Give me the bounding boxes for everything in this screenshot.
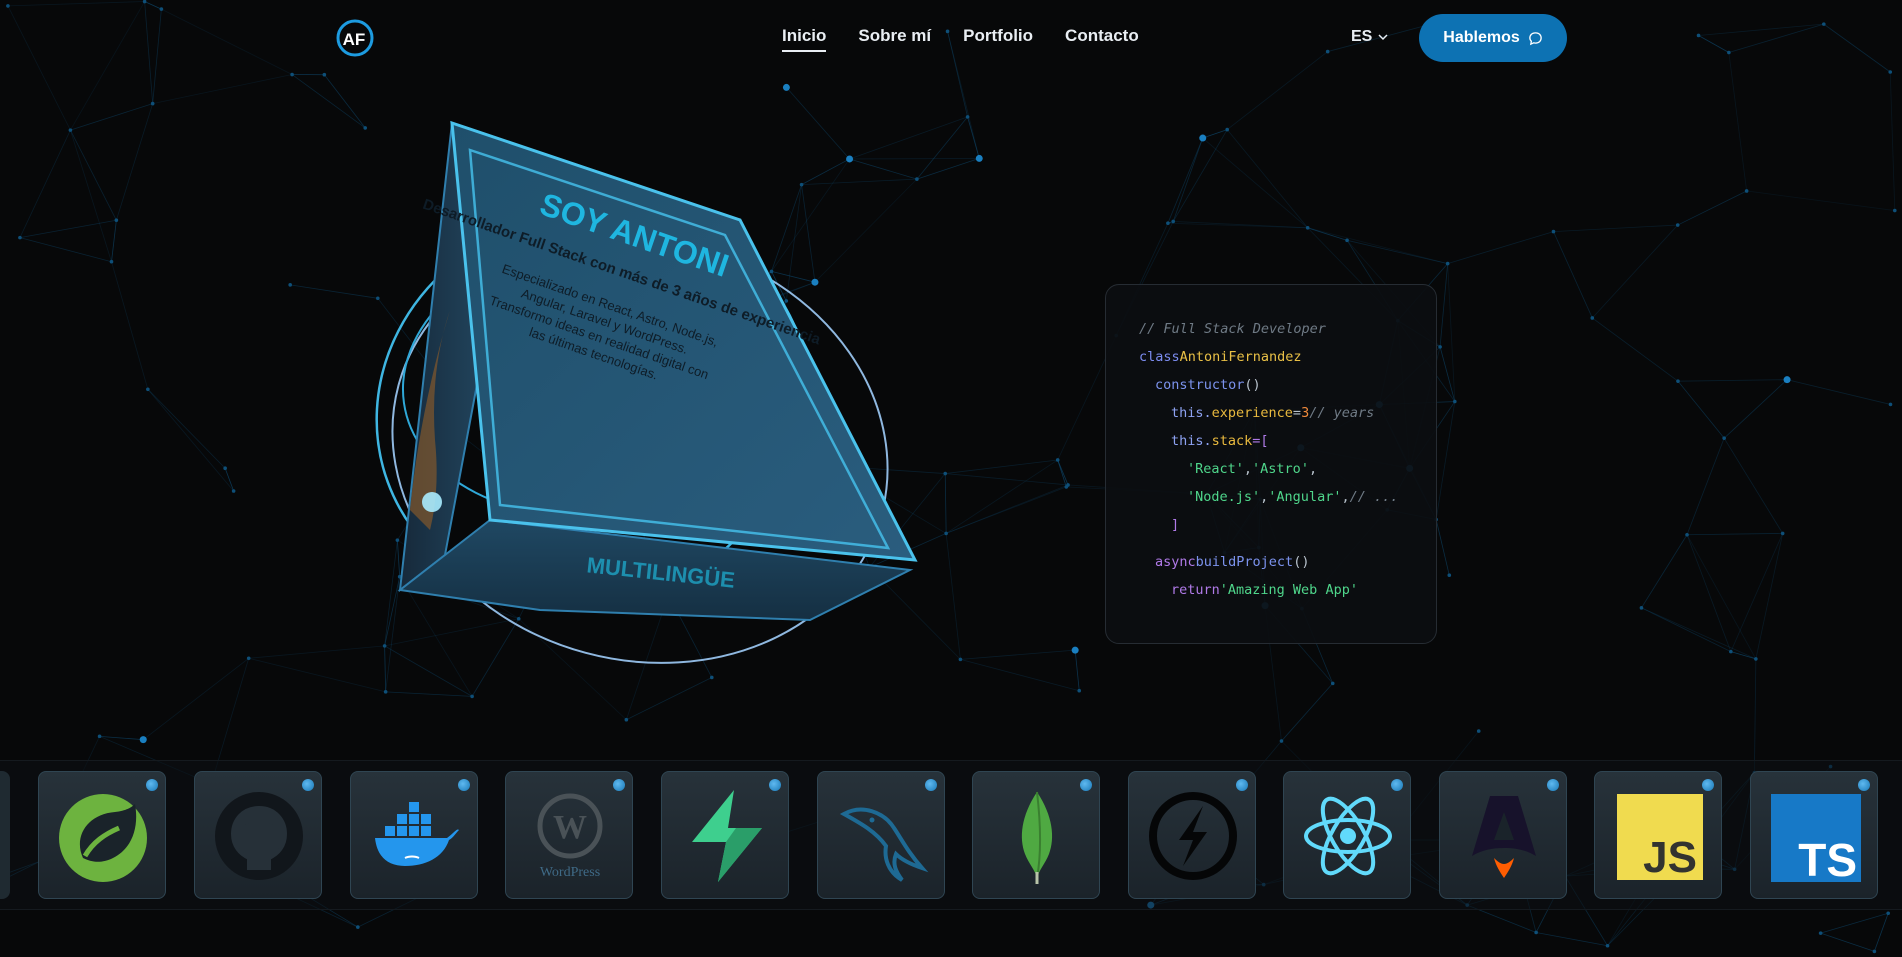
tech-tile-javascript[interactable]: JS <box>1594 771 1722 899</box>
tech-tile-react[interactable] <box>1283 771 1411 899</box>
code-string: 'Node.js' <box>1187 489 1261 505</box>
code-parens: () <box>1293 554 1310 570</box>
code-method: buildProject <box>1195 554 1294 570</box>
wordpress-label: WordPress <box>540 865 600 880</box>
code-comma: , <box>1341 489 1350 505</box>
code-line: asyncbuildProject() <box>1139 548 1436 576</box>
nav-inicio[interactable]: Inicio <box>782 26 827 52</box>
tech-tile-spring[interactable] <box>38 771 166 899</box>
code-prop: stack <box>1211 433 1253 449</box>
code-comma: , <box>1308 461 1318 477</box>
tech-tile-github[interactable] <box>194 771 322 899</box>
code-line: 'Node.js','Angular',// ... <box>1139 483 1436 511</box>
code-string: 'Astro' <box>1252 461 1309 477</box>
language-selector[interactable]: ES <box>1351 28 1388 46</box>
javascript-icon: JS <box>1617 794 1703 882</box>
code-comma: , <box>1243 461 1253 477</box>
code-comment: // ... <box>1349 489 1399 505</box>
github-icon <box>215 792 303 880</box>
code-parens: () <box>1244 377 1261 393</box>
code-number: 3 <box>1301 405 1310 421</box>
code-this: this. <box>1171 433 1212 449</box>
code-eq: = <box>1292 405 1302 421</box>
code-eq-bracket: =[ <box>1252 433 1269 449</box>
logo-text: AF <box>343 30 366 49</box>
tech-tile-socketio[interactable] <box>1128 771 1256 899</box>
code-async: async <box>1155 554 1196 570</box>
code-comment: // Full Stack Developer <box>1139 321 1326 337</box>
tech-tile-astro[interactable] <box>1439 771 1567 899</box>
code-class-name: AntoniFernandez <box>1179 349 1302 365</box>
chevron-down-icon <box>1378 34 1388 41</box>
code-this: this. <box>1171 405 1212 421</box>
code-line: // Full Stack Developer <box>1139 315 1436 343</box>
tech-tile-mysql[interactable] <box>817 771 945 899</box>
typescript-icon: TS <box>1771 794 1861 886</box>
javascript-label: JS <box>1643 833 1697 882</box>
hero-cube[interactable]: MULTILINGÜE SOY ANTONI Desarrollador Ful… <box>340 110 980 770</box>
code-prop: experience <box>1211 405 1293 421</box>
code-string: 'Angular' <box>1268 489 1342 505</box>
code-comment: // years <box>1309 405 1375 421</box>
code-string: 'Amazing Web App' <box>1219 582 1358 598</box>
code-card: // Full Stack Developer classAntoniFerna… <box>1105 284 1437 644</box>
code-line: constructor() <box>1139 371 1436 399</box>
svg-text:W: W <box>553 809 587 846</box>
socketio-icon <box>1149 792 1237 880</box>
hablemos-label: Hablemos <box>1443 29 1520 46</box>
code-close-bracket: ] <box>1171 517 1180 533</box>
tech-tile-supabase[interactable] <box>661 771 789 899</box>
tech-tile-typescript[interactable]: TS <box>1750 771 1878 899</box>
astro-icon <box>1472 796 1536 878</box>
code-keyword: class <box>1139 349 1180 365</box>
language-label: ES <box>1351 28 1373 45</box>
hablemos-button[interactable]: Hablemos <box>1419 14 1567 62</box>
typescript-label: TS <box>1798 834 1857 886</box>
code-line: this.stack=[ <box>1139 427 1436 455</box>
code-line: classAntoniFernandez <box>1139 343 1436 371</box>
mongodb-icon <box>1021 791 1053 884</box>
wordpress-icon: W WordPress <box>537 793 603 880</box>
code-constructor: constructor <box>1155 377 1245 393</box>
logo-icon[interactable]: AF <box>335 18 375 58</box>
spring-icon <box>59 794 147 882</box>
code-line: return'Amazing Web App' <box>1139 576 1436 604</box>
supabase-icon <box>692 790 762 882</box>
chat-bubble-icon <box>1528 31 1542 45</box>
tech-tile-partial <box>0 771 10 899</box>
cube-corner-glow <box>422 492 442 512</box>
react-icon <box>1304 796 1392 876</box>
tech-tile-wordpress[interactable]: W WordPress <box>505 771 633 899</box>
code-line: ] <box>1139 511 1436 539</box>
tech-tile-mongodb[interactable] <box>972 771 1100 899</box>
nav-contacto[interactable]: Contacto <box>1065 26 1139 52</box>
nav-portfolio[interactable]: Portfolio <box>963 26 1033 52</box>
main-nav: Inicio Sobre mí Portfolio Contacto <box>782 26 1139 52</box>
nav-sobre-mi[interactable]: Sobre mí <box>858 26 931 52</box>
docker-icon <box>375 802 459 866</box>
code-line: 'React','Astro', <box>1139 455 1436 483</box>
code-string: 'React' <box>1187 461 1244 477</box>
code-line: this.experience=3// years <box>1139 399 1436 427</box>
mysql-icon <box>839 807 929 882</box>
code-return: return <box>1171 582 1220 598</box>
tech-tile-docker[interactable] <box>350 771 478 899</box>
